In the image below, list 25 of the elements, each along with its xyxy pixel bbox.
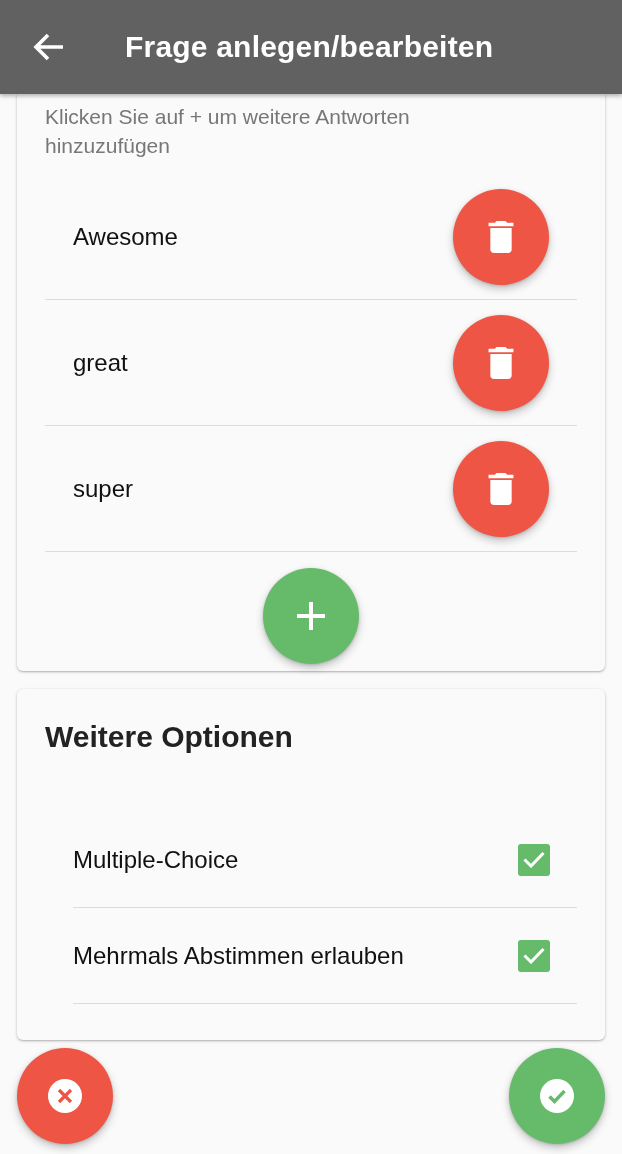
trash-icon	[488, 220, 514, 253]
check-circle-icon	[540, 1079, 574, 1113]
section-title: Weitere Optionen	[45, 719, 294, 755]
cancel-icon	[48, 1079, 82, 1113]
back-arrow-icon	[33, 33, 65, 61]
trash-icon	[488, 472, 514, 505]
checkbox[interactable]	[518, 843, 550, 876]
checkbox[interactable]	[518, 939, 550, 972]
answer-text: great	[73, 348, 128, 377]
trash-icon	[488, 346, 514, 379]
answer-text: super	[73, 474, 134, 503]
hint-text: Klicken Sie auf + um weitere Antworten hinzuzufügen	[45, 104, 411, 159]
answer-text: Awesome	[73, 222, 178, 251]
check-icon	[523, 851, 545, 868]
confirm-button[interactable]	[509, 1048, 605, 1144]
cancel-button[interactable]	[17, 1048, 113, 1144]
delete-button[interactable]	[453, 440, 549, 537]
add-answer-button[interactable]	[263, 568, 359, 664]
delete-button[interactable]	[453, 188, 549, 285]
plus-icon	[297, 602, 325, 630]
option-label: Multiple-Choice	[73, 845, 239, 874]
option-label: Mehrmals Abstimmen erlauben	[73, 941, 404, 970]
check-icon	[523, 947, 545, 964]
delete-button[interactable]	[453, 314, 549, 411]
screen-title: Frage anlegen/bearbeiten	[125, 30, 494, 64]
